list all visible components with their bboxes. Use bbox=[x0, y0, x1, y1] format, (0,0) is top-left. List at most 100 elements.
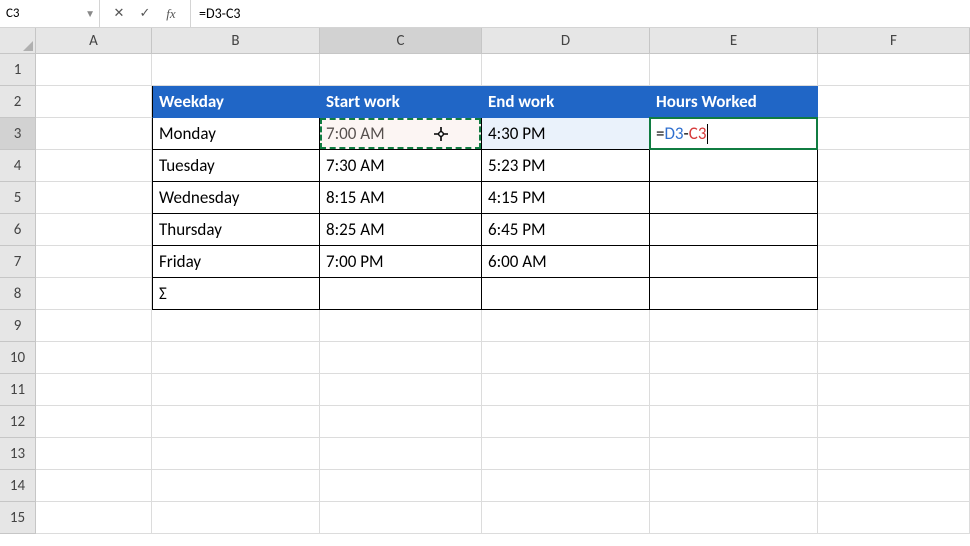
cell[interactable]: 6:00 AM bbox=[482, 246, 650, 278]
cell[interactable] bbox=[36, 246, 152, 278]
row-header-8[interactable]: 8 bbox=[0, 278, 36, 310]
cell[interactable] bbox=[320, 374, 482, 406]
col-header-A[interactable]: A bbox=[36, 28, 152, 54]
cell[interactable] bbox=[650, 470, 818, 502]
cell[interactable] bbox=[482, 342, 650, 374]
cell[interactable] bbox=[36, 374, 152, 406]
cell[interactable] bbox=[36, 150, 152, 182]
cell[interactable] bbox=[482, 406, 650, 438]
row-header-1[interactable]: 1 bbox=[0, 54, 36, 86]
cell[interactable] bbox=[152, 438, 320, 470]
row-header-9[interactable]: 9 bbox=[0, 310, 36, 342]
table-header-start[interactable]: Start work bbox=[320, 86, 482, 118]
cell-C3[interactable]: 7:00 AM bbox=[320, 118, 482, 150]
row-header-6[interactable]: 6 bbox=[0, 214, 36, 246]
cell[interactable] bbox=[818, 310, 970, 342]
cell[interactable]: 5:23 PM bbox=[482, 150, 650, 182]
confirm-icon[interactable]: ✓ bbox=[138, 6, 152, 21]
cell[interactable] bbox=[482, 374, 650, 406]
row-header-2[interactable]: 2 bbox=[0, 86, 36, 118]
cell[interactable] bbox=[36, 502, 152, 534]
cell[interactable] bbox=[36, 438, 152, 470]
cell[interactable] bbox=[36, 470, 152, 502]
cell-editor[interactable]: =D3-C3 bbox=[649, 117, 818, 150]
cell-E3[interactable]: =D3-C3 bbox=[650, 118, 818, 150]
cell[interactable]: Tuesday bbox=[152, 150, 320, 182]
cell[interactable]: Thursday bbox=[152, 214, 320, 246]
cell[interactable] bbox=[152, 406, 320, 438]
cell[interactable] bbox=[36, 182, 152, 214]
col-header-F[interactable]: F bbox=[818, 28, 970, 54]
select-all-button[interactable] bbox=[0, 28, 36, 54]
col-header-D[interactable]: D bbox=[482, 28, 650, 54]
col-header-C[interactable]: C bbox=[320, 28, 482, 54]
cell[interactable]: 6:45 PM bbox=[482, 214, 650, 246]
cell[interactable] bbox=[818, 438, 970, 470]
cell[interactable] bbox=[650, 374, 818, 406]
row-header-13[interactable]: 13 bbox=[0, 438, 36, 470]
cell[interactable] bbox=[320, 438, 482, 470]
cell[interactable] bbox=[818, 150, 970, 182]
cell[interactable] bbox=[650, 54, 818, 86]
cell[interactable] bbox=[36, 406, 152, 438]
table-header-end[interactable]: End work bbox=[482, 86, 650, 118]
cell[interactable] bbox=[152, 470, 320, 502]
cell[interactable] bbox=[152, 502, 320, 534]
cell[interactable] bbox=[818, 470, 970, 502]
row-header-4[interactable]: 4 bbox=[0, 150, 36, 182]
cell[interactable] bbox=[818, 86, 970, 118]
cell[interactable] bbox=[482, 502, 650, 534]
cell[interactable] bbox=[36, 310, 152, 342]
cell[interactable]: 7:30 AM bbox=[320, 150, 482, 182]
cell[interactable] bbox=[818, 214, 970, 246]
cell[interactable] bbox=[152, 374, 320, 406]
table-header-hours[interactable]: Hours Worked bbox=[650, 86, 818, 118]
row-header-5[interactable]: 5 bbox=[0, 182, 36, 214]
cell[interactable] bbox=[818, 246, 970, 278]
cell[interactable] bbox=[482, 310, 650, 342]
cancel-icon[interactable]: ✕ bbox=[112, 6, 126, 21]
cell[interactable] bbox=[650, 342, 818, 374]
cell[interactable] bbox=[650, 406, 818, 438]
row-header-12[interactable]: 12 bbox=[0, 406, 36, 438]
cell[interactable] bbox=[320, 342, 482, 374]
row-header-14[interactable]: 14 bbox=[0, 470, 36, 502]
table-header-weekday[interactable]: Weekday bbox=[152, 86, 320, 118]
row-header-15[interactable]: 15 bbox=[0, 502, 36, 534]
cell[interactable] bbox=[650, 150, 818, 182]
cell[interactable] bbox=[818, 374, 970, 406]
cell[interactable] bbox=[36, 118, 152, 150]
cell[interactable] bbox=[320, 278, 482, 310]
cell[interactable] bbox=[36, 214, 152, 246]
cell[interactable] bbox=[482, 470, 650, 502]
cell[interactable] bbox=[818, 182, 970, 214]
cell[interactable]: 4:15 PM bbox=[482, 182, 650, 214]
cell[interactable] bbox=[320, 310, 482, 342]
row-header-11[interactable]: 11 bbox=[0, 374, 36, 406]
cell[interactable] bbox=[650, 502, 818, 534]
cell[interactable] bbox=[482, 438, 650, 470]
cell[interactable] bbox=[818, 54, 970, 86]
cell[interactable] bbox=[818, 406, 970, 438]
cell[interactable] bbox=[818, 342, 970, 374]
cell[interactable] bbox=[818, 118, 970, 150]
cell[interactable]: Friday bbox=[152, 246, 320, 278]
cell[interactable] bbox=[482, 54, 650, 86]
cell[interactable] bbox=[650, 182, 818, 214]
cell[interactable] bbox=[320, 502, 482, 534]
formula-input[interactable]: =D3-C3 bbox=[191, 0, 970, 27]
cell[interactable]: Monday bbox=[152, 118, 320, 150]
cell[interactable] bbox=[650, 278, 818, 310]
cell[interactable] bbox=[152, 342, 320, 374]
cell[interactable] bbox=[36, 278, 152, 310]
cell[interactable] bbox=[650, 310, 818, 342]
row-header-7[interactable]: 7 bbox=[0, 246, 36, 278]
cell[interactable] bbox=[36, 86, 152, 118]
cell[interactable] bbox=[650, 438, 818, 470]
row-header-3[interactable]: 3 bbox=[0, 118, 36, 150]
cell[interactable] bbox=[482, 278, 650, 310]
chevron-down-icon[interactable]: ▼ bbox=[85, 7, 95, 20]
cell[interactable] bbox=[818, 278, 970, 310]
cell-D3[interactable]: 4:30 PM bbox=[482, 118, 650, 150]
cell[interactable] bbox=[152, 54, 320, 86]
